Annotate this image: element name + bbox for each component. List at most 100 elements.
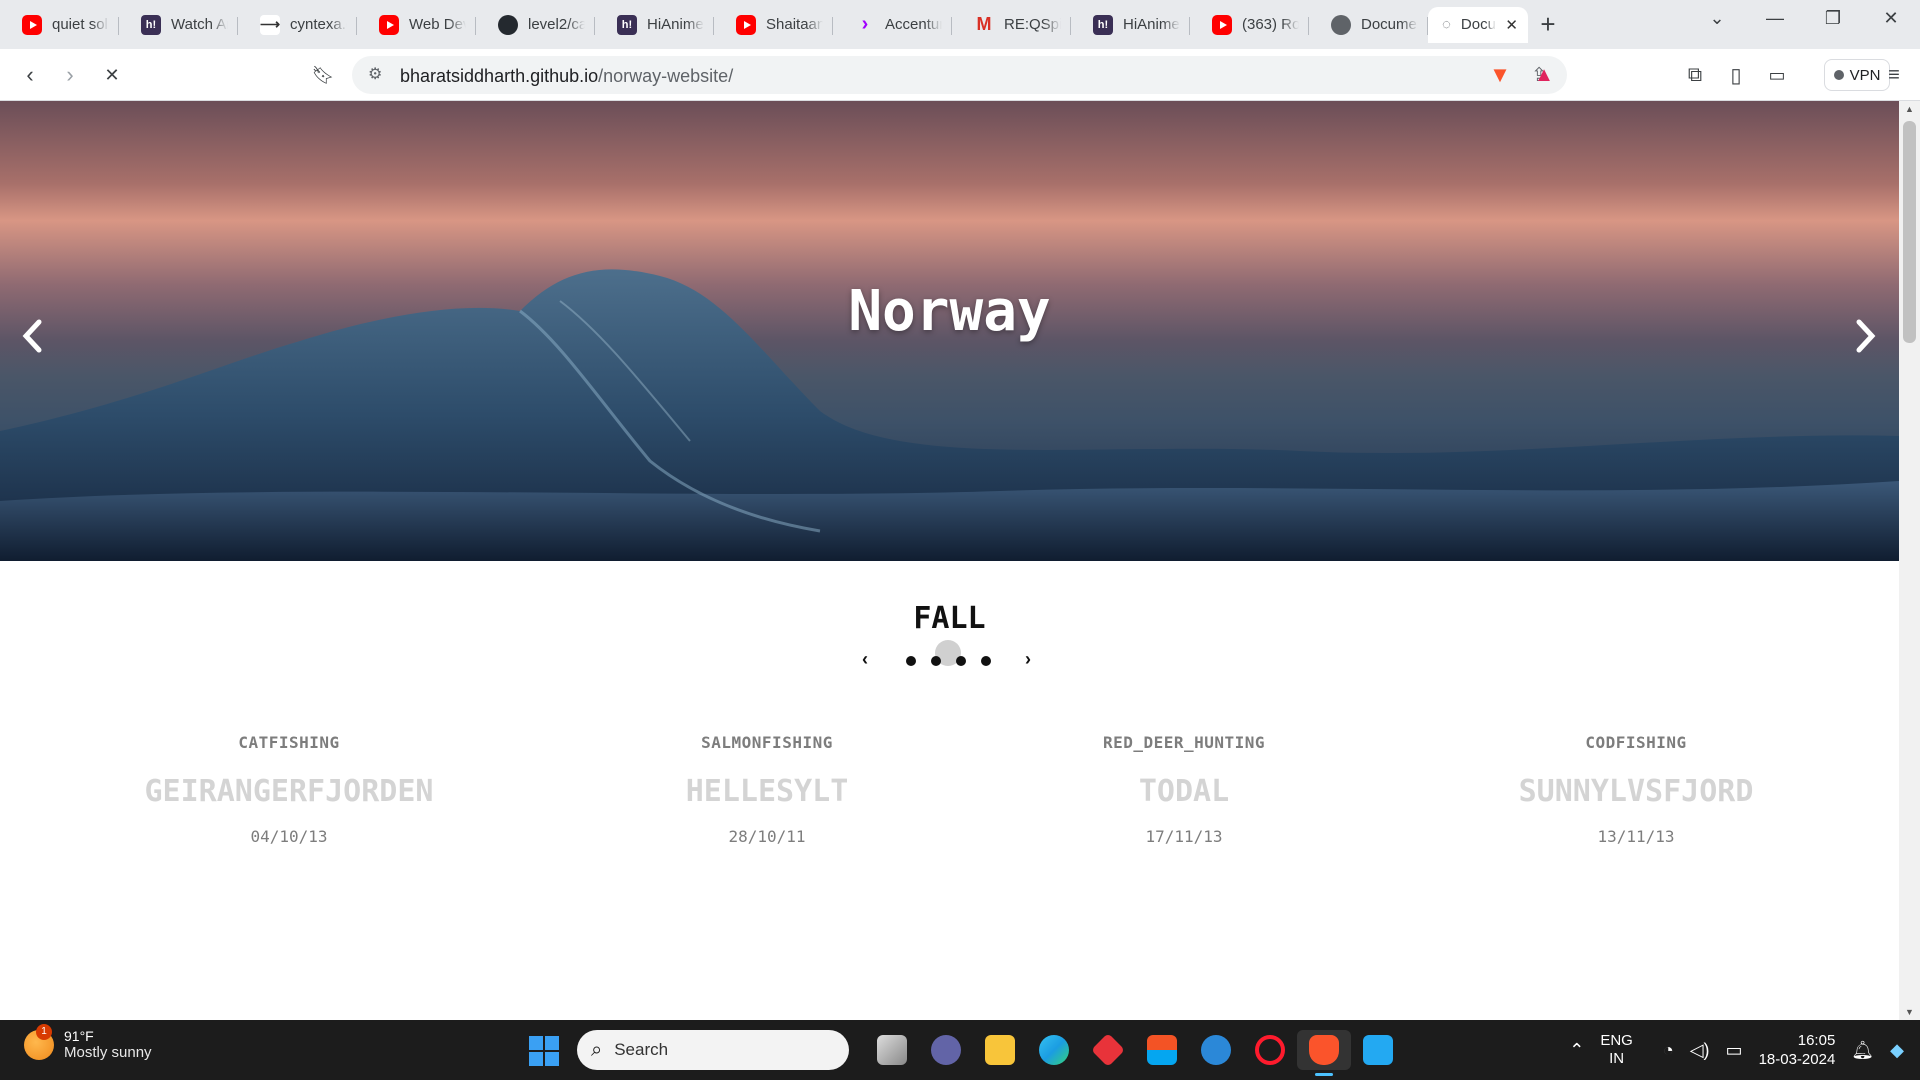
app-red-diamond-icon[interactable] xyxy=(1081,1030,1135,1070)
carousel-dot[interactable] xyxy=(931,656,941,666)
tab-title: Watch An xyxy=(171,16,228,33)
scroll-down-icon[interactable]: ▼ xyxy=(1899,1007,1920,1017)
language-line1: ENG xyxy=(1600,1032,1633,1049)
url-host: bharatsiddharth.github.io xyxy=(400,66,599,86)
restore-button[interactable]: ❐ xyxy=(1804,0,1862,36)
tab-title: Web Deve xyxy=(409,16,466,33)
battery-icon[interactable]: ▭ xyxy=(1726,1040,1743,1061)
chevron-right-icon xyxy=(1856,319,1876,353)
season-title: FALL xyxy=(913,601,986,636)
url-text[interactable]: bharatsiddharth.github.io/norway-website… xyxy=(400,66,733,87)
stop-loading-icon[interactable]: ✕ xyxy=(98,61,126,89)
volume-icon[interactable]: ◁) xyxy=(1690,1040,1710,1061)
opera-icon[interactable] xyxy=(1243,1030,1297,1070)
teams-chat-icon[interactable] xyxy=(919,1030,973,1070)
taskbar-search[interactable]: ⌕ Search xyxy=(577,1030,849,1070)
wifi-icon[interactable]: ◔ xyxy=(1663,1040,1674,1061)
language-indicator[interactable]: ENG IN xyxy=(1600,1032,1633,1068)
close-window-button[interactable]: ✕ xyxy=(1862,0,1920,36)
tab-item[interactable]: h! HiAnime xyxy=(1071,7,1190,43)
vpn-status-icon xyxy=(1833,70,1844,80)
brave-rewards-icon[interactable]: ▲ xyxy=(1530,61,1558,89)
activity-name: CATFISHING xyxy=(238,733,340,752)
close-tab-icon[interactable]: ✕ xyxy=(1505,16,1518,34)
tab-item[interactable]: Shaitaan xyxy=(714,7,833,43)
season-prev-button[interactable]: ‹ xyxy=(862,649,868,670)
tab-title: RE:QSpid xyxy=(1004,16,1061,33)
globe-icon xyxy=(1331,14,1351,35)
file-explorer-icon[interactable] xyxy=(973,1030,1027,1070)
scroll-up-icon[interactable]: ▲ xyxy=(1899,104,1920,114)
page-viewport: Norway FALL ‹ › CATFISHING GEIRANGERFJOR… xyxy=(0,101,1899,1020)
help-icon[interactable] xyxy=(1189,1030,1243,1070)
address-bar[interactable]: ⚙ bharatsiddharth.github.io/norway-websi… xyxy=(352,56,1567,94)
back-icon[interactable]: ‹ xyxy=(16,61,44,89)
tab-active[interactable]: ◌ Docu ✕ xyxy=(1428,6,1528,43)
taskbar-apps xyxy=(865,1030,1405,1076)
new-tab-button[interactable]: + xyxy=(1528,9,1568,40)
bookmark-icon[interactable]: 🔖︎ xyxy=(309,61,337,89)
windows-start-icon[interactable] xyxy=(529,1036,559,1066)
tab-search-icon[interactable]: ⌄ xyxy=(1688,0,1746,36)
youtube-icon xyxy=(736,14,756,35)
tab-strip: quiet solit h! Watch An ⟶ cyntexa.c Web Deve l… xyxy=(0,0,1920,49)
hianime-icon: h! xyxy=(617,14,637,35)
brave-browser-icon[interactable] xyxy=(1297,1030,1351,1076)
page-scrollbar[interactable]: ▲ ▼ xyxy=(1899,101,1920,1020)
tab-item[interactable]: › Accenture xyxy=(833,7,952,43)
clock-date: 18-03-2024 xyxy=(1758,1051,1836,1068)
tab-title: HiAnime xyxy=(647,16,704,33)
weather-badge: 1 xyxy=(36,1023,52,1040)
activity-item: RED_DEER_HUNTING TODAL 17/11/13 xyxy=(974,733,1394,846)
microsoft-store-icon[interactable] xyxy=(1135,1030,1189,1070)
tab-item[interactable]: M RE:QSpid xyxy=(952,7,1071,43)
sidebar-icon[interactable]: ▯ xyxy=(1722,61,1750,89)
loading-icon: ◌ xyxy=(1442,16,1451,33)
copilot-icon[interactable]: ◆ xyxy=(1890,1040,1904,1061)
task-view-icon[interactable] xyxy=(865,1030,919,1070)
activity-name: RED_DEER_HUNTING xyxy=(1102,733,1266,752)
search-icon: ⌕ xyxy=(591,1038,603,1061)
season-next-button[interactable]: › xyxy=(1025,649,1031,670)
menu-icon[interactable]: ≡ xyxy=(1880,61,1908,89)
tab-item[interactable]: (363) Roa xyxy=(1190,7,1309,43)
language-line2: IN xyxy=(1609,1050,1625,1067)
tab-item[interactable]: Documen xyxy=(1309,7,1428,43)
carousel-dot[interactable] xyxy=(981,656,991,666)
carousel-dot[interactable] xyxy=(956,656,966,666)
extensions-icon[interactable]: ⧉ xyxy=(1681,61,1709,89)
notifications-icon[interactable]: 🔔︎ xyxy=(1851,1040,1874,1061)
weather-desc: Mostly sunny xyxy=(64,1044,152,1061)
hero-prev-button[interactable] xyxy=(12,311,52,361)
weather-sun-icon: 1 xyxy=(24,1023,54,1060)
season-carousel-controls: ‹ › xyxy=(850,640,1050,675)
brave-shields-icon[interactable]: ▼ xyxy=(1486,61,1514,89)
weather-widget[interactable]: 1 91°F Mostly sunny xyxy=(24,1023,152,1061)
tab-item[interactable]: level2/car xyxy=(476,7,595,43)
edge-icon[interactable] xyxy=(1027,1030,1081,1070)
scrollbar-thumb[interactable] xyxy=(1903,121,1916,343)
tab-item[interactable]: Web Deve xyxy=(357,7,476,43)
clock[interactable]: 16:05 18-03-2024 xyxy=(1759,1031,1836,1069)
vscode-icon[interactable] xyxy=(1351,1030,1405,1070)
carousel-dot[interactable] xyxy=(906,656,916,666)
hero-next-button[interactable] xyxy=(1846,311,1886,361)
site-info-icon[interactable]: ⚙ xyxy=(368,64,382,84)
activity-place: TODAL xyxy=(1138,774,1230,809)
github-icon xyxy=(498,14,518,35)
activity-item: CATFISHING GEIRANGERFJORDEN 04/10/13 xyxy=(79,733,499,846)
activity-item: SALMONFISHING HELLESYLT 28/10/11 xyxy=(557,733,977,846)
show-hidden-icons-icon[interactable]: ⌃ xyxy=(1569,1040,1584,1061)
chevron-left-icon xyxy=(22,319,42,353)
tab-item[interactable]: ⟶ cyntexa.c xyxy=(238,7,357,43)
tab-title: (363) Roa xyxy=(1242,16,1299,33)
activity-name: CODFISHING xyxy=(1585,733,1687,752)
tab-item[interactable]: quiet solit xyxy=(0,7,119,43)
forward-icon[interactable]: › xyxy=(56,61,84,89)
tab-item[interactable]: h! Watch An xyxy=(119,7,238,43)
wallet-icon[interactable]: ▭ xyxy=(1763,61,1791,89)
tab-title: Documen xyxy=(1361,16,1418,33)
activity-list: CATFISHING GEIRANGERFJORDEN 04/10/13 SAL… xyxy=(0,733,1899,853)
tab-item[interactable]: h! HiAnime xyxy=(595,7,714,43)
minimize-button[interactable]: — xyxy=(1746,0,1804,36)
